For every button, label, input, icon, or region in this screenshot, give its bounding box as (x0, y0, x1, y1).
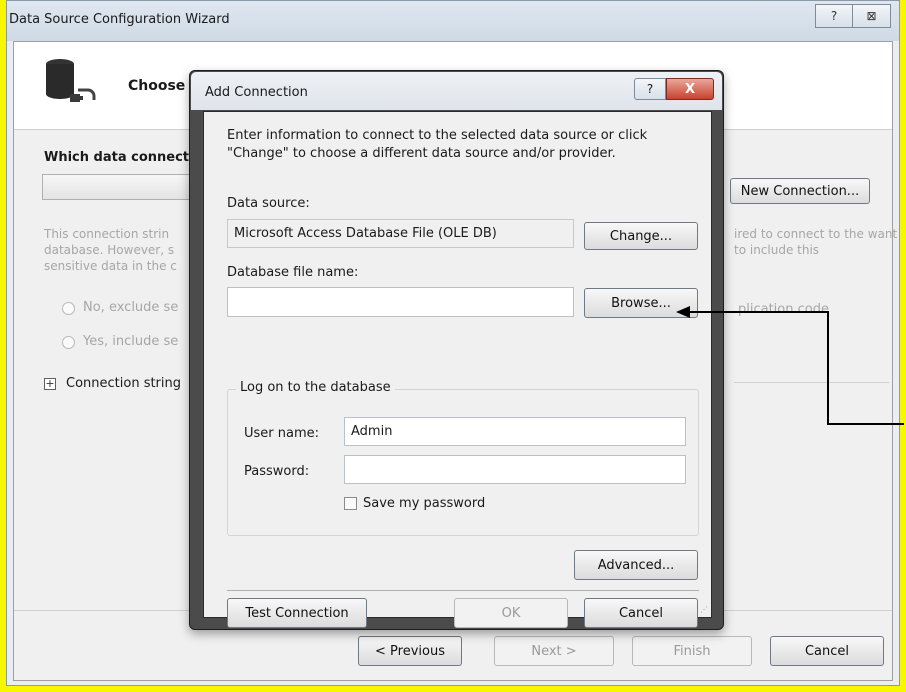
annotation-arrow-line (688, 311, 904, 425)
annotation-arrow (676, 306, 904, 425)
annotation-arrowhead-icon (676, 306, 690, 318)
